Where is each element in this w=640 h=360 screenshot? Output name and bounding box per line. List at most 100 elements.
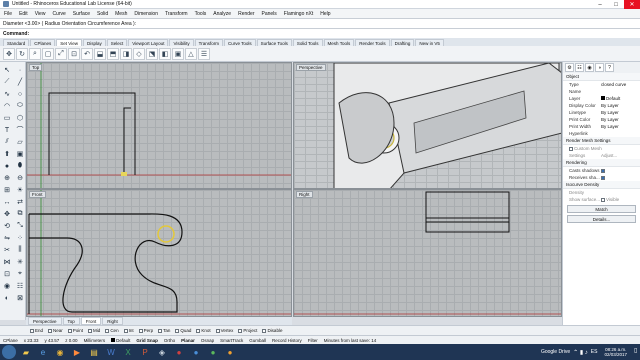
zoom-extents-icon[interactable]: ⤢ bbox=[55, 47, 67, 60]
tab-curve-tools[interactable]: Curve Tools bbox=[223, 39, 256, 46]
osnap-perp[interactable]: Perp bbox=[138, 328, 153, 333]
show-surface-row[interactable]: Show surface... Visible bbox=[563, 196, 640, 203]
media-player-icon[interactable]: ▶ bbox=[70, 346, 84, 358]
undo-view-icon[interactable]: ↶ bbox=[81, 47, 93, 60]
start-button-icon[interactable] bbox=[2, 345, 16, 359]
tab-render-tools[interactable]: Render Tools bbox=[355, 39, 390, 46]
prop-row-layer[interactable]: Layer Default bbox=[563, 95, 640, 102]
density-row[interactable]: Density bbox=[563, 189, 640, 196]
minimize-button[interactable]: – bbox=[592, 0, 608, 9]
ellipse-icon[interactable]: ⬭ bbox=[14, 100, 26, 112]
copy-icon[interactable]: ⧉ bbox=[14, 208, 26, 220]
app-icon-blue[interactable]: ● bbox=[189, 346, 203, 358]
record-history-button[interactable]: Record History bbox=[272, 338, 302, 343]
app-icon-red[interactable]: ● bbox=[172, 346, 186, 358]
front-view-icon[interactable]: ⬒ bbox=[107, 47, 119, 60]
osnap-quad[interactable]: Quad bbox=[175, 328, 191, 333]
grid-snap-button[interactable]: Grid Snap bbox=[136, 338, 158, 343]
menu-surface[interactable]: Surface bbox=[73, 11, 90, 17]
osnap-near[interactable]: Near bbox=[48, 328, 63, 333]
arc-icon[interactable]: ◠ bbox=[1, 100, 13, 112]
split-icon[interactable]: ⫼ bbox=[14, 244, 26, 256]
gumball-button[interactable]: Gumball bbox=[249, 338, 266, 343]
polyline-icon[interactable]: ⟋ bbox=[1, 76, 13, 88]
google-drive-label[interactable]: Google Drive bbox=[541, 349, 570, 355]
word-icon[interactable]: W bbox=[104, 346, 118, 358]
clock[interactable]: 08:26 a.m. 02/03/2017 bbox=[600, 347, 631, 357]
perspective-view-icon[interactable]: ◇ bbox=[133, 47, 145, 60]
select-icon[interactable]: ↖ bbox=[1, 64, 13, 76]
extrude-icon[interactable]: ⬆ bbox=[1, 148, 13, 160]
cylinder-icon[interactable]: ⬮ bbox=[14, 160, 26, 172]
osnap-point[interactable]: Point bbox=[67, 328, 83, 333]
menu-flamingo[interactable]: Flamingo nXt bbox=[284, 11, 313, 17]
menu-transform[interactable]: Transform bbox=[165, 11, 188, 17]
zoom-icon[interactable]: ⌕ bbox=[29, 47, 41, 60]
viewport-perspective-label[interactable]: Perspective bbox=[296, 64, 326, 71]
trim-icon[interactable]: ✂ bbox=[1, 244, 13, 256]
menu-tools[interactable]: Tools bbox=[195, 11, 207, 17]
menu-curve[interactable]: Curve bbox=[52, 11, 65, 17]
tab-display[interactable]: Display bbox=[82, 39, 106, 46]
top-view-icon[interactable]: ⬓ bbox=[94, 47, 106, 60]
tab-viewport-layout[interactable]: Viewport Layout bbox=[128, 39, 169, 46]
join-icon[interactable]: ⋈ bbox=[1, 256, 13, 268]
osnap-int[interactable]: Int bbox=[123, 328, 134, 333]
tray-icons[interactable]: ⌃ ▮ ♪ bbox=[573, 349, 588, 356]
excel-icon[interactable]: X bbox=[121, 346, 135, 358]
prop-row-linetype[interactable]: Linetype By Layer bbox=[563, 109, 640, 116]
transform-icon[interactable]: ⇄ bbox=[14, 196, 26, 208]
boolean-difference-icon[interactable]: ⊖ bbox=[14, 172, 26, 184]
rhino-taskbar-icon[interactable]: ◈ bbox=[155, 346, 169, 358]
pan-icon[interactable]: ✥ bbox=[3, 47, 15, 60]
prop-row-display-color[interactable]: Display Color By Layer bbox=[563, 102, 640, 109]
surface-icon[interactable]: ▱ bbox=[14, 136, 26, 148]
named-views-icon[interactable]: ☰ bbox=[198, 47, 210, 60]
dimension-icon[interactable]: ↔ bbox=[1, 196, 13, 208]
tab-solid-tools[interactable]: Solid Tools bbox=[292, 39, 323, 46]
left-view-icon[interactable]: ◧ bbox=[159, 47, 171, 60]
menu-view[interactable]: View bbox=[35, 11, 46, 17]
osnap-end[interactable]: End bbox=[30, 328, 43, 333]
render-icon[interactable]: ◉ bbox=[1, 280, 13, 292]
vp-tab-front[interactable]: Front bbox=[80, 317, 102, 325]
scale-icon[interactable]: ⤡ bbox=[14, 220, 26, 232]
tab-drafting[interactable]: Drafting bbox=[390, 39, 415, 46]
prop-row-print-color[interactable]: Print Color By Layer bbox=[563, 116, 640, 123]
osnap-mid[interactable]: Mid bbox=[88, 328, 100, 333]
right-view-icon[interactable]: ◨ bbox=[120, 47, 132, 60]
move-icon[interactable]: ✥ bbox=[1, 208, 13, 220]
vp-tab-top[interactable]: Top bbox=[62, 317, 80, 325]
osnap-project[interactable]: Project bbox=[238, 328, 257, 333]
prop-row-hyperlink[interactable]: Hyperlink bbox=[563, 130, 640, 137]
boolean-union-icon[interactable]: ⊕ bbox=[1, 172, 13, 184]
zoom-window-icon[interactable]: ▢ bbox=[42, 47, 54, 60]
material-tab-icon[interactable]: ◑ bbox=[595, 63, 604, 72]
prop-row-name[interactable]: Name bbox=[563, 88, 640, 95]
explorer-icon[interactable]: ▰ bbox=[19, 346, 33, 358]
explode-icon[interactable]: ✳ bbox=[14, 256, 26, 268]
bottom-view-icon[interactable]: ⬔ bbox=[146, 47, 158, 60]
smarttrack-button[interactable]: SmartTrack bbox=[220, 338, 243, 343]
vp-tab-right[interactable]: Right bbox=[102, 317, 123, 325]
tab-cplanes[interactable]: CPlanes bbox=[30, 39, 56, 46]
mesh-icon[interactable]: ⊞ bbox=[1, 184, 13, 196]
edge-icon[interactable]: e bbox=[36, 346, 50, 358]
planar-button[interactable]: Planar bbox=[181, 338, 195, 343]
viewport-front-label[interactable]: Front bbox=[29, 191, 46, 198]
tab-mesh-tools[interactable]: Mesh Tools bbox=[323, 39, 355, 46]
offset-icon[interactable]: ⫽ bbox=[1, 136, 13, 148]
menu-mesh[interactable]: Mesh bbox=[115, 11, 127, 17]
viewport-front[interactable]: Front bbox=[26, 189, 292, 317]
prop-row-print-width[interactable]: Print Width By Layer bbox=[563, 123, 640, 130]
box-icon[interactable]: ▣ bbox=[14, 148, 26, 160]
command-line[interactable]: Command: bbox=[0, 28, 640, 38]
osnap-disable[interactable]: Disable bbox=[262, 328, 282, 333]
viewport-top-label[interactable]: Top bbox=[29, 64, 43, 71]
menu-file[interactable]: File bbox=[4, 11, 12, 17]
render-tab-icon[interactable]: ◉ bbox=[585, 63, 594, 72]
match-button[interactable]: Match bbox=[567, 205, 636, 213]
osnap-button[interactable]: Osnap bbox=[201, 338, 214, 343]
menu-help[interactable]: Help bbox=[320, 11, 330, 17]
properties-tab-icon[interactable]: ⚙ bbox=[565, 63, 574, 72]
